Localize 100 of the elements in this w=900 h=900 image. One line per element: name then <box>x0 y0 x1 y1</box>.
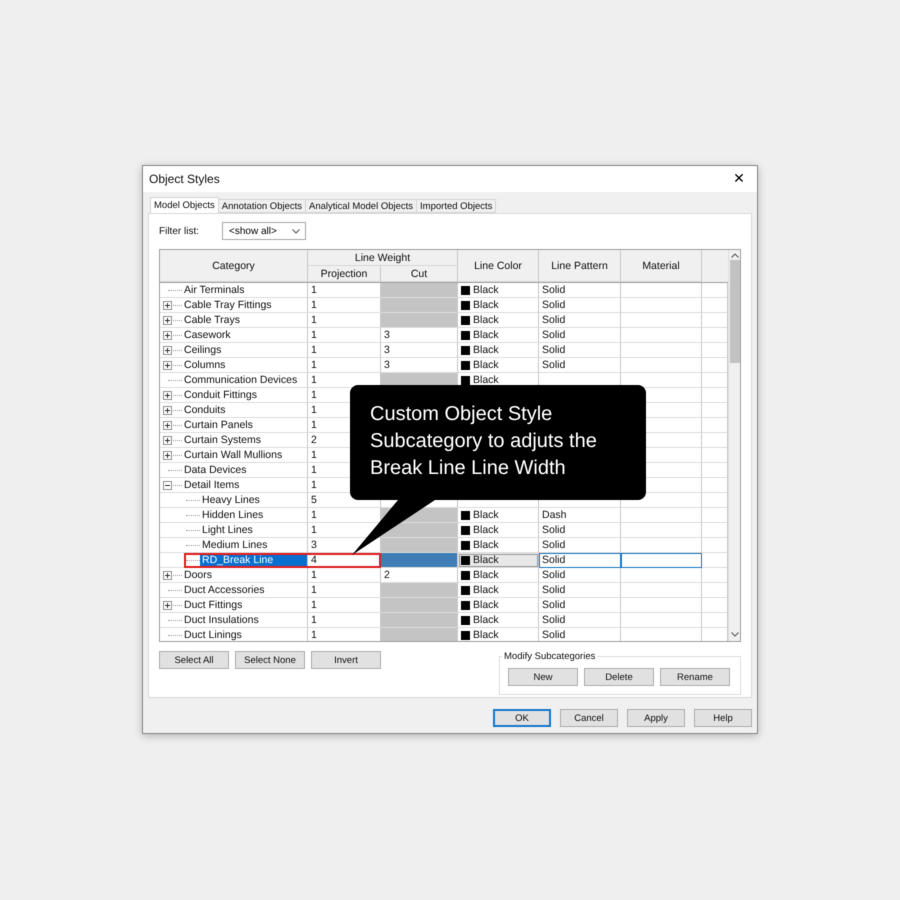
expand-icon[interactable] <box>163 601 172 610</box>
projection-cell: 1 <box>308 598 381 613</box>
color-swatch <box>461 330 470 340</box>
category-name[interactable]: Curtain Systems <box>182 433 307 447</box>
expand-icon[interactable] <box>163 331 172 340</box>
select-button[interactable]: Invert <box>311 651 381 669</box>
window-title: Object Styles <box>149 172 220 186</box>
table-cell <box>702 328 728 343</box>
cut-cell: 3 <box>381 358 458 373</box>
projection-cell: 1 <box>308 508 381 523</box>
tab[interactable]: Imported Objects <box>416 199 496 213</box>
column-header: Category <box>160 250 308 282</box>
color-swatch <box>461 510 470 520</box>
expand-icon[interactable] <box>163 436 172 445</box>
category-name[interactable]: Duct Linings <box>182 628 307 641</box>
expand-icon[interactable] <box>163 571 172 580</box>
table-cell <box>702 373 728 388</box>
color-swatch <box>461 346 470 354</box>
expand-icon[interactable] <box>163 361 172 370</box>
category-name[interactable]: Columns <box>182 358 307 372</box>
line-pattern-cell: Solid <box>539 328 621 343</box>
line-color-cell: Black <box>458 598 539 613</box>
line-color-cell: Black <box>458 313 539 328</box>
collapse-icon[interactable] <box>163 481 172 490</box>
projection-cell: 1 <box>308 313 381 328</box>
expand-icon[interactable] <box>163 301 172 310</box>
dialog-button[interactable]: OK <box>493 709 551 727</box>
line-color-cell: Black <box>458 358 539 373</box>
category-name[interactable]: Hidden Lines <box>200 508 307 522</box>
subcategory-button[interactable]: Delete <box>584 668 654 686</box>
category-name[interactable]: Conduit Fittings <box>182 388 307 402</box>
line-color-cell: Black <box>458 583 539 598</box>
line-color-cell: Black <box>458 628 539 641</box>
dialog-button[interactable]: Help <box>694 709 752 727</box>
category-name[interactable]: Detail Items <box>182 478 307 492</box>
subcategory-button[interactable]: Rename <box>660 668 730 686</box>
expand-icon[interactable] <box>163 316 172 325</box>
line-color-cell: Black <box>458 523 539 538</box>
column-header: Material <box>621 250 702 282</box>
expand-icon[interactable] <box>163 346 172 355</box>
scroll-up-icon[interactable] <box>730 253 738 258</box>
category-name[interactable]: Cable Tray Fittings <box>182 298 307 312</box>
color-swatch <box>461 556 470 564</box>
group-title: Modify Subcategories <box>503 651 596 662</box>
category-name[interactable]: Curtain Wall Mullions <box>182 448 307 462</box>
category-name[interactable]: Conduits <box>182 403 307 417</box>
tab[interactable]: Annotation Objects <box>218 199 306 213</box>
select-button[interactable]: Select None <box>235 651 305 669</box>
line-color-cell: Black <box>458 328 539 343</box>
expand-icon[interactable] <box>163 391 172 400</box>
scroll-down-icon[interactable] <box>730 632 738 637</box>
filter-dropdown[interactable]: <show all> <box>222 222 306 240</box>
projection-cell: 1 <box>308 343 381 358</box>
line-pattern-cell: Solid <box>539 598 621 613</box>
scrollbar[interactable] <box>728 250 740 641</box>
table-cell <box>702 433 728 448</box>
projection-cell: 1 <box>308 358 381 373</box>
tab[interactable]: Model Objects <box>150 197 219 213</box>
projection-cell: 1 <box>308 328 381 343</box>
table-cell <box>702 478 728 493</box>
table-cell <box>702 313 728 328</box>
close-button[interactable]: ✕ <box>729 171 749 187</box>
table-cell <box>702 583 728 598</box>
table-cell <box>702 553 728 568</box>
category-name[interactable]: Communication Devices <box>182 373 307 387</box>
projection-cell: 1 <box>308 298 381 313</box>
category-name[interactable]: Air Terminals <box>182 283 307 297</box>
color-swatch <box>461 376 470 384</box>
category-name[interactable]: Curtain Panels <box>182 418 307 432</box>
table-cell <box>702 418 728 433</box>
category-name[interactable]: Doors <box>182 568 307 582</box>
select-button[interactable]: Select All <box>159 651 229 669</box>
category-name[interactable]: Ceilings <box>182 343 307 357</box>
table-cell <box>702 538 728 553</box>
category-name[interactable]: Duct Insulations <box>182 613 307 627</box>
category-name[interactable]: Cable Trays <box>182 313 307 327</box>
category-name[interactable]: Casework <box>182 328 307 342</box>
subcategory-button[interactable]: New <box>508 668 578 686</box>
column-header: Line Pattern <box>539 250 621 282</box>
dialog-button[interactable]: Apply <box>627 709 685 727</box>
expand-icon[interactable] <box>163 421 172 430</box>
projection-cell: 1 <box>308 373 381 388</box>
category-name[interactable]: Heavy Lines <box>200 493 307 507</box>
expand-icon[interactable] <box>163 406 172 415</box>
projection-cell: 1 <box>308 568 381 583</box>
category-name[interactable]: Medium Lines <box>200 538 307 552</box>
line-pattern-cell: Solid <box>539 613 621 628</box>
category-name[interactable]: Duct Accessories <box>182 583 307 597</box>
line-pattern-cell: Solid <box>539 358 621 373</box>
expand-icon[interactable] <box>163 451 172 460</box>
category-name[interactable]: Data Devices <box>182 463 307 477</box>
tab[interactable]: Analytical Model Objects <box>305 199 418 213</box>
category-name[interactable]: Duct Fittings <box>182 598 307 612</box>
table-cell <box>702 613 728 628</box>
dialog-button[interactable]: Cancel <box>560 709 618 727</box>
table-cell <box>702 598 728 613</box>
line-color-cell: Black <box>458 613 539 628</box>
scrollbar-thumb[interactable] <box>730 260 740 363</box>
category-name[interactable]: Light Lines <box>200 523 307 537</box>
table-cell <box>702 283 728 298</box>
